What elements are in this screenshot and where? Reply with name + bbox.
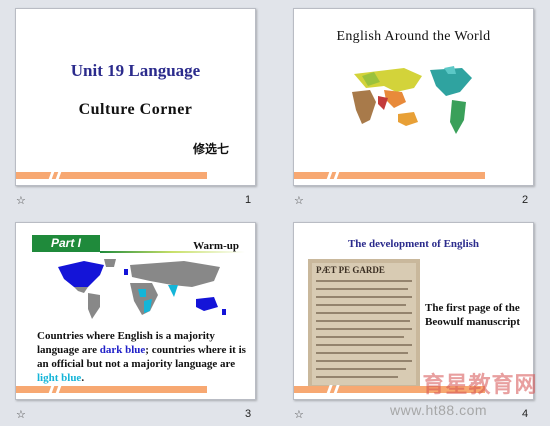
svg-text:PÆT PE GARDE: PÆT PE GARDE (316, 265, 385, 275)
beowulf-manuscript-image: PÆT PE GARDE (308, 259, 420, 389)
slide-2-title: English Around the World (336, 29, 491, 44)
slide-4-caption: The first page of the Beowulf manuscript (425, 302, 521, 328)
slide-thumbnail-2[interactable]: English Around the World (293, 8, 534, 186)
slide-1-author: 修选七 (192, 142, 229, 156)
section-label: Warm-up (193, 240, 239, 252)
slide-3-star-icon[interactable]: ☆ (16, 408, 26, 421)
world-map-image (344, 62, 486, 142)
light-blue-term: light blue (37, 372, 82, 384)
slide-3-description: Countries where English is a majority la… (37, 330, 246, 384)
footer-accent-bar (294, 171, 485, 180)
watermark-brand: 育星教育网 (422, 373, 538, 398)
slide-1-star-icon[interactable]: ☆ (16, 194, 26, 207)
slide-2-number: 2 (522, 194, 529, 206)
part-label-tab: Part I (32, 235, 100, 252)
dark-blue-term: dark blue (99, 344, 146, 356)
slide-4-number: 4 (522, 408, 529, 420)
slide-thumbnail-3[interactable]: Part I Warm-up Countries where English i… (15, 222, 256, 400)
english-speaking-world-map (58, 259, 226, 319)
slide-3-number: 3 (245, 408, 252, 420)
slide-1-number: 1 (245, 194, 252, 206)
slide-4-star-icon[interactable]: ☆ (294, 408, 304, 421)
footer-accent-bar (16, 171, 207, 180)
watermark-url: www.ht88.com (390, 402, 488, 418)
slide-thumbnail-1[interactable]: Unit 19 Language Culture Corner 修选七 (15, 8, 256, 186)
slide-1-title: Unit 19 Language (70, 61, 201, 80)
slide-4-title: The development of English (347, 238, 480, 250)
slide-1-subtitle: Culture Corner (78, 101, 193, 118)
slide-2-star-icon[interactable]: ☆ (294, 194, 304, 207)
footer-accent-bar (16, 385, 207, 394)
